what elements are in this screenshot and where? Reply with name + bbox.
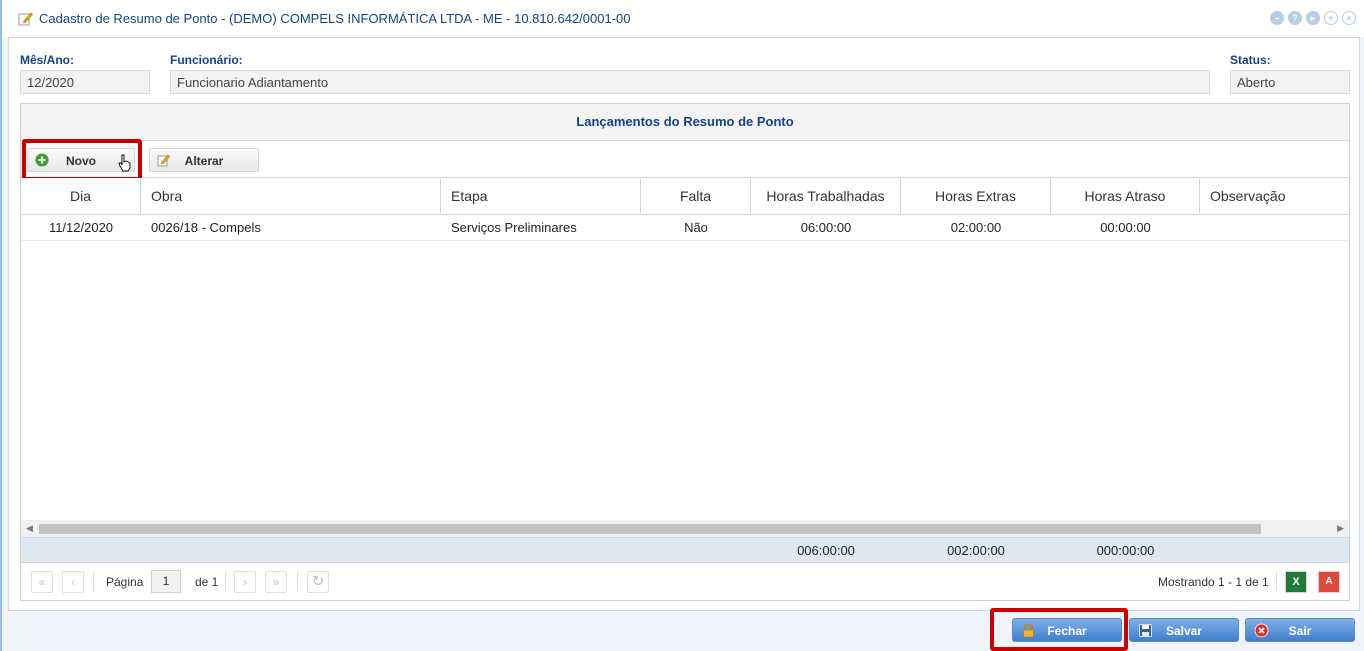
summary-row: 006:00:00 002:00:00 000:00:00 (21, 537, 1349, 562)
scroll-left-icon[interactable]: ◀ (26, 523, 33, 534)
col-horas-trabalhadas[interactable]: Horas Trabalhadas (751, 178, 901, 215)
window-tools: – ? ▸ + × (1270, 11, 1356, 25)
page-input[interactable]: 1 (151, 570, 181, 593)
col-horas-atraso[interactable]: Horas Atraso (1051, 178, 1200, 215)
minimize-icon[interactable]: – (1270, 11, 1284, 25)
mes-ano-label: Mês/Ano: (20, 53, 74, 67)
alterar-button-label: Alterar (184, 154, 224, 168)
next-icon[interactable]: ▸ (1306, 11, 1320, 25)
window-title: Cadastro de Resumo de Ponto - (DEMO) COM… (39, 11, 631, 26)
table-row[interactable]: 11/12/2020 0026/18 - Compels Serviços Pr… (21, 215, 1349, 241)
pdf-icon[interactable]: A (1318, 571, 1340, 593)
col-horas-extras[interactable]: Horas Extras (901, 178, 1051, 215)
funcionario-label: Funcionário: (170, 53, 243, 67)
cell-horas-extras: 02:00:00 (950, 220, 1002, 235)
close-icon[interactable]: × (1342, 11, 1356, 25)
paging-toolbar: « ‹ Página 1 de 1 › » ↻ Mostrando 1 - 1 … (21, 562, 1349, 600)
summary-horas-atraso: 000:00:00 (1096, 543, 1155, 558)
form-panel: Mês/Ano: 12/2020 Funcionário: Funcionari… (8, 37, 1360, 611)
grid-column-headers: Dia Obra Etapa Falta Horas Trabalhadas H… (21, 178, 1349, 215)
mes-ano-field[interactable]: 12/2020 (20, 70, 150, 94)
window-titlebar: Cadastro de Resumo de Ponto - (DEMO) COM… (2, 0, 1364, 37)
excel-icon[interactable]: X (1285, 571, 1307, 593)
cell-etapa: Serviços Preliminares (451, 220, 577, 235)
lancamentos-grid: Lançamentos do Resumo de Ponto Novo Alte… (20, 103, 1350, 601)
col-observacao[interactable]: Observação (1200, 178, 1351, 215)
sair-button[interactable]: Sair (1245, 618, 1355, 642)
sair-button-label: Sair (1288, 624, 1312, 638)
scrollbar-thumb[interactable] (39, 524, 1261, 534)
cadastro-window: Cadastro de Resumo de Ponto - (DEMO) COM… (0, 0, 1364, 651)
cell-horas-trabalhadas: 06:00:00 (800, 220, 852, 235)
status-field[interactable]: Aberto (1230, 70, 1350, 94)
summary-horas-trabalhadas: 006:00:00 (797, 543, 855, 558)
next-page-icon[interactable]: › (234, 571, 256, 593)
edit-icon (18, 12, 33, 26)
grid-toolbar: Novo Alterar (21, 139, 1349, 181)
col-dia[interactable]: Dia (21, 178, 141, 215)
move-icon[interactable]: + (1324, 11, 1338, 25)
horizontal-scrollbar[interactable]: ◀ ▶ (21, 520, 1349, 537)
first-page-icon[interactable]: « (31, 571, 53, 593)
cell-obra: 0026/18 - Compels (151, 220, 261, 235)
paging-separator (1276, 572, 1277, 590)
novo-highlight (22, 139, 142, 181)
paging-separator (93, 572, 94, 590)
help-icon[interactable]: ? (1288, 11, 1302, 25)
salvar-button[interactable]: Salvar (1129, 618, 1239, 642)
page-label: Página (106, 575, 144, 589)
fechar-highlight (990, 608, 1128, 651)
prev-page-icon[interactable]: ‹ (62, 571, 84, 593)
funcionario-field[interactable]: Funcionario Adiantamento (170, 70, 1210, 94)
col-falta[interactable]: Falta (641, 178, 751, 215)
alterar-button[interactable]: Alterar (149, 148, 259, 172)
summary-horas-extras: 002:00:00 (947, 543, 1005, 558)
cell-falta: Não (684, 220, 708, 235)
paging-separator (225, 572, 226, 590)
status-label: Status: (1230, 53, 1271, 67)
scroll-right-icon[interactable]: ▶ (1337, 523, 1344, 534)
cell-dia: 11/12/2020 (48, 220, 114, 235)
col-etapa[interactable]: Etapa (441, 178, 641, 215)
paging-separator (297, 572, 298, 590)
cell-horas-atraso: 00:00:00 (1100, 220, 1151, 235)
display-info: Mostrando 1 - 1 de 1 (1158, 575, 1269, 589)
grid-title: Lançamentos do Resumo de Ponto (21, 104, 1349, 141)
refresh-icon[interactable]: ↻ (307, 571, 329, 593)
col-obra[interactable]: Obra (141, 178, 441, 215)
salvar-button-label: Salvar (1165, 624, 1203, 638)
last-page-icon[interactable]: » (265, 571, 287, 593)
page-total: de 1 (195, 575, 219, 589)
